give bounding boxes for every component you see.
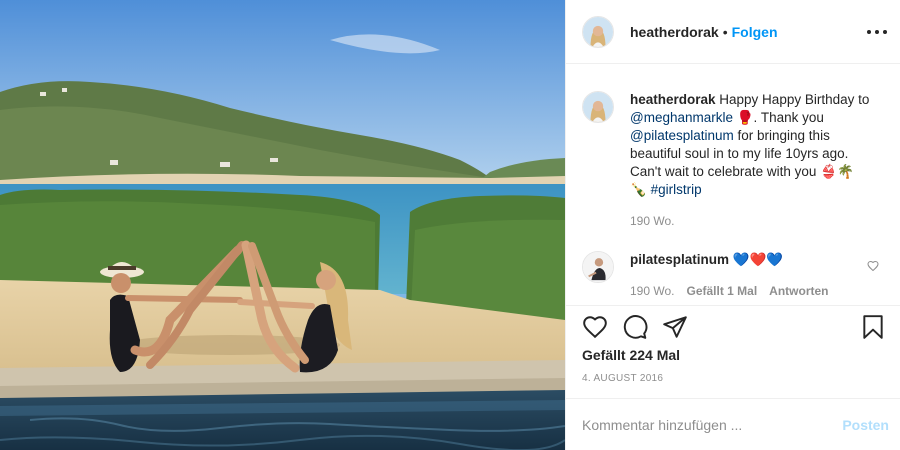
comment-like-heart-icon[interactable] [867, 260, 879, 272]
author-avatar[interactable] [582, 15, 614, 48]
caption-comment: heatherdorak Happy Happy Birthday to @me… [582, 91, 887, 230]
mention-pilatesplatinum-link[interactable]: @pilatesplatinum [630, 128, 734, 143]
author-username-link[interactable]: heatherdorak [630, 24, 719, 40]
comment-likes[interactable]: Gefällt 1 Mal [686, 282, 757, 300]
share-icon[interactable] [662, 314, 688, 340]
heart-icon[interactable] [582, 314, 608, 340]
post-side-panel: heatherdorak • Folgen heatherdorak Happy… [565, 0, 900, 450]
instagram-post-view: heatherdorak • Folgen heatherdorak Happy… [0, 0, 900, 450]
bookmark-icon[interactable] [860, 314, 886, 340]
likes-count[interactable]: Gefällt 224 Mal [582, 347, 680, 363]
comments-area[interactable]: heatherdorak Happy Happy Birthday to @me… [566, 65, 900, 305]
post-photo[interactable] [0, 0, 565, 450]
comment-text: pilatesplatinum 💙❤️💙 [630, 251, 870, 269]
comment-text-part: 💙❤️💙 [729, 252, 784, 267]
post-date[interactable]: 4. AUGUST 2016 [582, 373, 663, 384]
caption-body: heatherdorak Happy Happy Birthday to @me… [630, 91, 870, 230]
caption-text-part: 🥊. Thank you [733, 110, 824, 125]
caption-age[interactable]: 190 Wo. [630, 212, 674, 230]
caption-meta: 190 Wo. [630, 212, 870, 230]
caption-text-part: Happy Happy Birthday to [715, 92, 870, 107]
avatar-image [583, 16, 613, 47]
comment-input[interactable] [582, 416, 822, 433]
add-comment-bar: Posten [566, 398, 900, 450]
post-comment-button[interactable]: Posten [842, 417, 889, 433]
avatar-image [583, 252, 613, 282]
more-options-icon[interactable] [867, 22, 887, 42]
avatar-image [583, 92, 613, 122]
caption-username-link[interactable]: heatherdorak [630, 92, 716, 107]
hashtag-girlstrip-link[interactable]: #girlstrip [651, 182, 702, 197]
mention-meghanmarkle-link[interactable]: @meghanmarkle [630, 110, 733, 125]
comment-icon[interactable] [622, 314, 648, 340]
comment-meta: 190 Wo. Gefällt 1 Mal Antworten [630, 282, 870, 300]
action-icons-row [582, 314, 885, 344]
comment-age[interactable]: 190 Wo. [630, 282, 674, 300]
caption-text: heatherdorak Happy Happy Birthday to @me… [630, 91, 870, 199]
commenter-username-link[interactable]: pilatesplatinum [630, 252, 729, 267]
caption-avatar[interactable] [582, 91, 614, 123]
follow-button[interactable]: Folgen [732, 24, 778, 40]
commenter-avatar[interactable] [582, 251, 614, 283]
comment-item: pilatesplatinum 💙❤️💙 190 Wo. Gefällt 1 M… [582, 251, 887, 300]
post-actions: Gefällt 224 Mal 4. AUGUST 2016 [566, 305, 900, 405]
reply-button[interactable]: Antworten [769, 282, 828, 300]
post-header: heatherdorak • Folgen [566, 0, 900, 64]
header-separator: • [722, 23, 728, 40]
comment-body: pilatesplatinum 💙❤️💙 190 Wo. Gefällt 1 M… [630, 251, 870, 300]
beach-photo-illustration [0, 0, 565, 450]
